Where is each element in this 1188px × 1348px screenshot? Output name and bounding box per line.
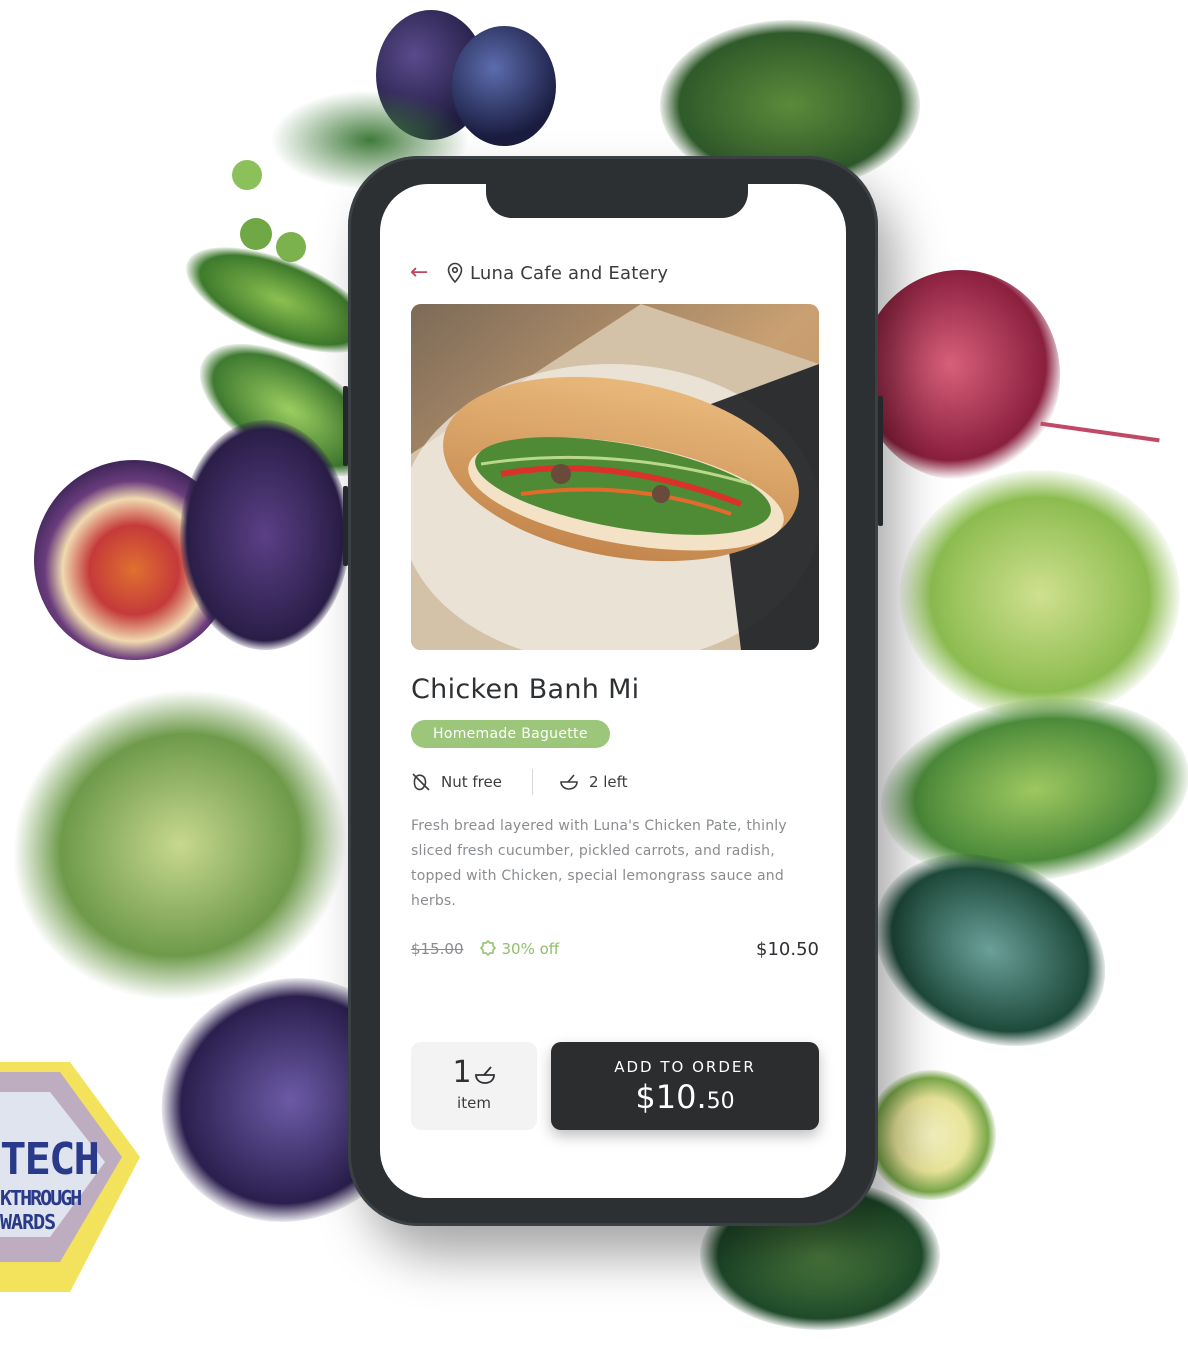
- badge-line-3: WARDS: [0, 1210, 56, 1234]
- back-arrow-icon[interactable]: ←: [410, 262, 436, 284]
- price-row: $15.00 30% off $10.50: [411, 936, 819, 962]
- venue-name: Luna Cafe and Eatery: [470, 262, 669, 284]
- attribute-label: Nut free: [441, 773, 502, 791]
- quantity-value: 1: [452, 1055, 472, 1090]
- beet-root-illustration: [1040, 421, 1160, 443]
- pea-illustration: [240, 218, 272, 250]
- venue-location[interactable]: Luna Cafe and Eatery: [446, 262, 668, 284]
- discount-tag-icon: [479, 939, 496, 957]
- bowl-icon: [474, 1066, 495, 1084]
- fig-illustration: [180, 420, 350, 650]
- header-bar: ← Luna Cafe and Eatery: [410, 258, 668, 288]
- food-photo: [411, 304, 819, 650]
- grapes-illustration: [900, 470, 1180, 720]
- add-price-cents: 50: [706, 1089, 735, 1114]
- add-to-order-label: ADD TO ORDER: [614, 1058, 756, 1076]
- phone-side-button: [343, 486, 348, 566]
- quantity-selector[interactable]: 1 item: [411, 1042, 537, 1130]
- attribute-stock: 2 left: [559, 772, 628, 792]
- attribute-label: 2 left: [588, 773, 628, 791]
- nut-free-icon: [412, 773, 430, 791]
- phone-frame: ← Luna Cafe and Eatery Chicken Banh Mi H…: [343, 156, 883, 1226]
- app-screen: ← Luna Cafe and Eatery Chicken Banh Mi H…: [380, 184, 846, 1198]
- item-description: Fresh bread layered with Luna's Chicken …: [411, 818, 787, 909]
- add-to-order-price: $10.50: [551, 1078, 819, 1116]
- bowl-icon: [560, 774, 578, 790]
- attribute-nut-free: Nut free: [411, 772, 502, 792]
- item-price: $10.50: [756, 938, 819, 960]
- map-pin-icon: [447, 262, 463, 284]
- item-title: Chicken Banh Mi: [411, 674, 640, 705]
- phone-side-button: [343, 386, 348, 466]
- plum-illustration: [452, 26, 556, 146]
- item-tag: Homemade Baguette: [411, 720, 610, 748]
- item-attributes: Nut free 2 left: [411, 768, 628, 796]
- award-badge: TECH KTHROUGH WARDS: [0, 1062, 140, 1292]
- feijoa-illustration: [866, 1070, 996, 1200]
- add-to-order-button[interactable]: ADD TO ORDER $10.50: [551, 1042, 819, 1130]
- discount-label: 30% off: [501, 940, 560, 958]
- phone-notch: [486, 184, 748, 218]
- attribute-divider: [531, 769, 533, 795]
- beet-illustration: [860, 270, 1060, 480]
- phone-side-button: [878, 396, 883, 526]
- original-price: $15.00: [411, 940, 464, 958]
- quantity-unit: item: [457, 1094, 491, 1112]
- discount-badge: 30% off: [478, 939, 560, 959]
- pea-illustration: [232, 160, 262, 190]
- badge-line-1: TECH: [0, 1134, 100, 1185]
- badge-line-2: KTHROUGH: [0, 1186, 82, 1210]
- add-price-main: $10.: [635, 1078, 707, 1116]
